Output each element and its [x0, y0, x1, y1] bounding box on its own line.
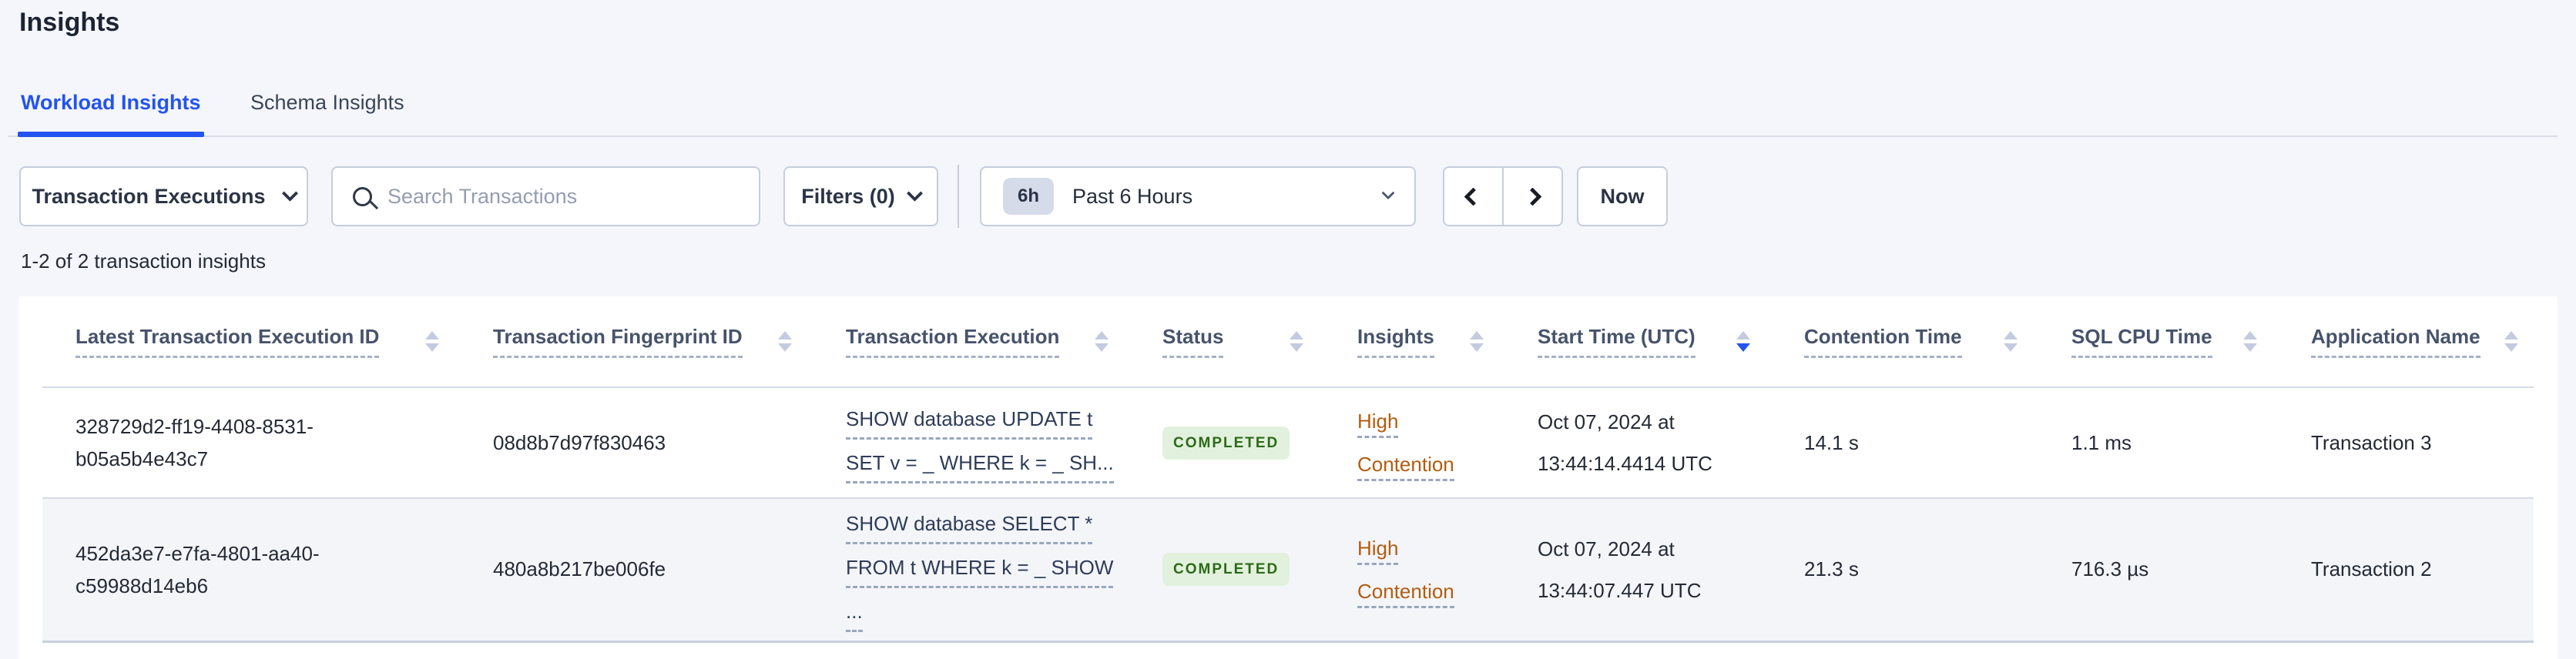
time-interval-badge: 6h — [1003, 178, 1054, 215]
transaction-execution-link[interactable]: SHOW database UPDATE t — [846, 402, 1093, 440]
sort-icon — [2004, 331, 2018, 352]
next-interval-button[interactable] — [1504, 168, 1561, 225]
transaction-execution-link[interactable]: SHOW database SELECT * — [846, 507, 1093, 545]
prev-interval-button[interactable] — [1444, 168, 1504, 225]
column-header-application-name[interactable]: Application Name — [2311, 296, 2534, 387]
latest-execution-id: 452da3e7-e7fa-4801-aa40-c59988d14eb6 — [75, 541, 320, 597]
application-name: Transaction 3 — [2311, 430, 2432, 454]
column-header-sql-cpu-time[interactable]: SQL CPU Time — [2071, 296, 2311, 387]
start-time: Oct 07, 2024 at 13:44:07.447 UTC — [1538, 537, 1702, 602]
filters-label: Filters (0) — [801, 184, 895, 208]
transaction-insights-table: Latest Transaction Execution ID Transact… — [42, 296, 2534, 643]
sort-icon — [1470, 331, 1484, 352]
column-header-start-time[interactable]: Start Time (UTC) — [1538, 296, 1804, 387]
time-interval-dropdown[interactable]: 6h Past 6 Hours — [980, 166, 1416, 226]
chevron-down-icon — [1381, 186, 1395, 200]
status-badge: COMPLETED — [1162, 553, 1290, 587]
table-header-row: Latest Transaction Execution ID Transact… — [42, 296, 2534, 387]
transaction-execution-link[interactable]: FROM t WHERE k = _ SHOW — [846, 550, 1114, 589]
sort-icon — [2243, 331, 2257, 352]
sql-cpu-time: 1.1 ms — [2071, 430, 2132, 454]
insight-link-high-contention[interactable]: High Contention — [1357, 410, 1454, 481]
transaction-execution-link[interactable]: ... — [846, 594, 863, 633]
status-badge: COMPLETED — [1162, 426, 1290, 460]
now-button[interactable]: Now — [1577, 166, 1668, 226]
column-header-latest-execution-id[interactable]: Latest Transaction Execution ID — [42, 296, 493, 387]
application-name: Transaction 2 — [2311, 557, 2432, 581]
column-header-contention-time[interactable]: Contention Time — [1804, 296, 2071, 387]
column-header-insights[interactable]: Insights — [1357, 296, 1538, 387]
transaction-execution-cell: SHOW database SELECT * FROM t WHERE k = … — [846, 498, 1162, 641]
sql-cpu-time: 716.3 µs — [2071, 557, 2149, 581]
filters-button[interactable]: Filters (0) — [783, 166, 938, 226]
chevron-left-icon — [1464, 186, 1483, 206]
insight-link-high-contention[interactable]: High Contention — [1357, 536, 1454, 608]
search-input[interactable] — [387, 184, 739, 209]
fingerprint-id: 480a8b217be006fe — [493, 557, 666, 581]
column-header-status[interactable]: Status — [1162, 296, 1357, 387]
chevron-down-icon — [281, 185, 298, 202]
sort-icon-active-desc — [1736, 331, 1750, 352]
page-title: Insights — [19, 8, 120, 37]
results-count: 1-2 of 2 transaction insights — [21, 249, 266, 273]
start-time: Oct 07, 2024 at 13:44:14.4414 UTC — [1538, 410, 1712, 475]
column-header-fingerprint-id[interactable]: Transaction Fingerprint ID — [493, 296, 846, 387]
chevron-down-icon — [906, 185, 923, 202]
insights-table-card: Latest Transaction Execution ID Transact… — [18, 296, 2558, 659]
toolbar-divider — [958, 165, 959, 228]
now-button-label: Now — [1600, 184, 1645, 208]
sort-icon — [425, 331, 439, 352]
sort-icon — [1095, 331, 1109, 352]
insights-page: Insights Workload Insights Schema Insigh… — [0, 0, 2576, 659]
search-box — [331, 166, 760, 226]
view-select-label: Transaction Executions — [32, 184, 266, 208]
contention-time: 14.1 s — [1804, 430, 1859, 454]
table-row: 452da3e7-e7fa-4801-aa40-c59988d14eb6 480… — [42, 498, 2534, 641]
fingerprint-id: 08d8b7d97f830463 — [493, 430, 666, 454]
active-tab-indicator — [18, 132, 204, 137]
latest-execution-id: 328729d2-ff19-4408-8531-b05a5b4e43c7 — [75, 415, 314, 470]
tab-workload-insights[interactable]: Workload Insights — [21, 91, 201, 115]
sort-icon — [2504, 331, 2518, 352]
table-row: 328729d2-ff19-4408-8531-b05a5b4e43c7 08d… — [42, 387, 2534, 498]
sort-icon — [778, 331, 792, 352]
time-interval-nav — [1443, 166, 1563, 226]
tabs-divider — [8, 135, 2558, 137]
transaction-execution-link[interactable]: SET v = _ WHERE k = _ SH... — [846, 446, 1114, 483]
view-select-dropdown[interactable]: Transaction Executions — [19, 166, 308, 226]
sort-icon — [1290, 331, 1303, 352]
transaction-execution-cell: SHOW database UPDATE t SET v = _ WHERE k… — [846, 387, 1162, 498]
tab-schema-insights[interactable]: Schema Insights — [250, 91, 404, 115]
chevron-right-icon — [1523, 186, 1542, 206]
contention-time: 21.3 s — [1804, 557, 1859, 581]
search-icon — [353, 186, 372, 206]
column-header-transaction-execution[interactable]: Transaction Execution — [846, 296, 1162, 387]
time-interval-label: Past 6 Hours — [1072, 184, 1193, 208]
